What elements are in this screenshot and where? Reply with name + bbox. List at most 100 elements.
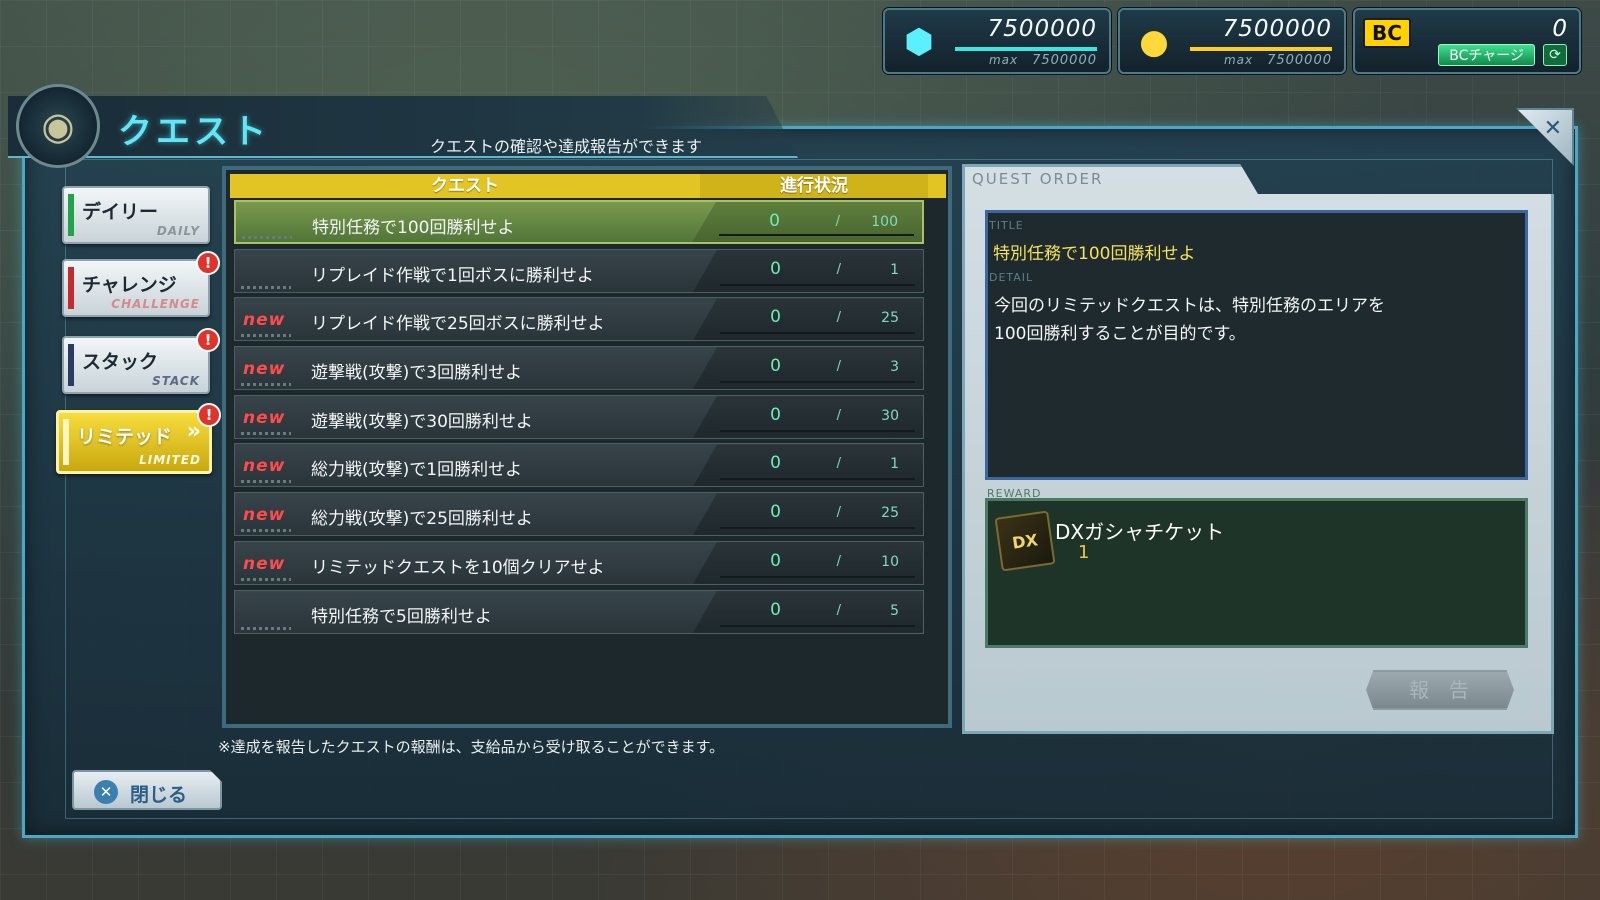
quest-detail-line: 今回のリミテッドクエストは、特別任務のエリアを bbox=[994, 296, 1385, 316]
quest-row[interactable]: リプレイド作戦で1回ボスに勝利せよ 0 / 1 bbox=[234, 248, 924, 293]
quest-row[interactable]: new 総力戦(攻撃)で25回勝利せよ 0 / 25 bbox=[234, 492, 924, 537]
refresh-icon[interactable]: ⟳ bbox=[1543, 44, 1567, 66]
quest-name: 特別任務で100回勝利せよ bbox=[312, 218, 515, 238]
tab-stack[interactable]: スタック STACK ! bbox=[62, 328, 220, 394]
quest-row[interactable]: 特別任務で5回勝利せよ 0 / 5 bbox=[234, 589, 924, 634]
page-title: クエスト bbox=[118, 112, 270, 152]
quest-row[interactable]: 特別任務で100回勝利せよ 0 / 100 bbox=[234, 200, 924, 244]
progress-separator: / bbox=[836, 505, 841, 521]
crystal-value: 7500000 bbox=[987, 16, 1097, 42]
progress-total: 10 bbox=[881, 553, 899, 570]
footnote: ※達成を報告したクエストの報酬は、支給品から受け取ることができます。 bbox=[218, 738, 725, 756]
quest-title: 特別任務で100回勝利せよ bbox=[993, 244, 1196, 264]
report-button[interactable]: 報告 bbox=[1366, 670, 1514, 710]
progress-line bbox=[720, 624, 915, 627]
progress-line bbox=[720, 527, 915, 530]
coin-max: max 7500000 bbox=[1223, 53, 1332, 68]
close-button[interactable]: ✕ 閉じる bbox=[72, 770, 222, 810]
progress-line bbox=[720, 478, 915, 481]
tab-daily[interactable]: デイリー DAILY bbox=[62, 186, 210, 244]
coin-bar bbox=[1190, 47, 1332, 51]
tab-label: リミテッド bbox=[77, 426, 173, 448]
quest-name: リミテッドクエストを10個クリアせよ bbox=[311, 557, 605, 578]
tab-label: チャレンジ bbox=[82, 274, 177, 296]
progress-current: 0 bbox=[770, 404, 781, 425]
tab-limited[interactable]: リミテッド » LIMITED ! bbox=[56, 403, 221, 474]
row-decoration bbox=[241, 431, 291, 435]
quest-list: 特別任務で100回勝利せよ 0/100 リプレイド作戦で1回ボスに勝利せよ 0/1 ne… bbox=[234, 200, 924, 638]
progress-separator: / bbox=[835, 214, 840, 229]
row-decoration bbox=[241, 577, 291, 581]
tab-stripe bbox=[68, 267, 74, 309]
quest-row[interactable]: new 遊撃戦(攻撃)で3回勝利せよ 0 / 3 bbox=[234, 346, 924, 391]
alert-badge-icon: ! bbox=[196, 251, 220, 275]
tab-stripe bbox=[63, 419, 69, 465]
quest-row[interactable]: new リプレイド作戦で25回ボスに勝利せよ 0 / 25 bbox=[234, 297, 924, 342]
quest-row[interactable]: new リミテッドクエストを10個クリアせよ 0 / 10 bbox=[234, 540, 924, 585]
progress-separator: / bbox=[836, 310, 841, 326]
row-decoration bbox=[241, 626, 291, 630]
tab-challenge[interactable]: チャレンジ CHALLENGE ! bbox=[62, 251, 220, 317]
tab-stripe bbox=[68, 194, 74, 236]
new-badge: new bbox=[243, 505, 286, 526]
progress-current: 0 bbox=[770, 599, 781, 620]
progress-line bbox=[720, 381, 915, 384]
progress-current: 0 bbox=[770, 258, 781, 279]
progress-total: 3 bbox=[890, 359, 899, 376]
progress-current: 0 bbox=[770, 502, 781, 523]
progress-current: 0 bbox=[769, 211, 780, 231]
progress-current: 0 bbox=[770, 307, 781, 328]
coin-icon: ● bbox=[1139, 22, 1169, 62]
progress-total: 25 bbox=[881, 505, 899, 522]
progress-line bbox=[720, 575, 915, 578]
progress-line bbox=[720, 332, 915, 335]
progress-separator: / bbox=[836, 602, 841, 618]
quest-name: リプレイド作戦で1回ボスに勝利せよ bbox=[311, 265, 594, 286]
row-decoration bbox=[241, 285, 291, 289]
progress-separator: / bbox=[836, 407, 841, 423]
alert-badge-icon: ! bbox=[196, 328, 220, 352]
header-quest: クエスト bbox=[431, 176, 499, 196]
detail-label: DETAIL bbox=[989, 271, 1034, 284]
quest-row[interactable]: new 総力戦(攻撃)で1回勝利せよ 0 / 1 bbox=[234, 443, 924, 488]
progress-separator: / bbox=[836, 553, 841, 569]
quest-row[interactable]: new 遊撃戦(攻撃)で30回勝利せよ 0 / 30 bbox=[234, 394, 924, 439]
tab-stripe bbox=[68, 344, 74, 386]
quest-order-label: QUEST ORDER bbox=[972, 170, 1104, 188]
reward-name: DXガシャチケット bbox=[1055, 520, 1225, 544]
crystal-max: max 7500000 bbox=[988, 53, 1097, 68]
quest-name: 総力戦(攻撃)で1回勝利せよ bbox=[311, 460, 523, 481]
progress-total: 25 bbox=[881, 310, 899, 327]
progress-separator: / bbox=[836, 359, 841, 375]
bc-charge-button[interactable]: BCチャージ bbox=[1438, 44, 1535, 66]
crystal-bar bbox=[955, 47, 1097, 51]
bc-value: 0 bbox=[1552, 16, 1567, 42]
coin-value: 7500000 bbox=[1222, 16, 1332, 42]
bc-badge: BC bbox=[1363, 18, 1411, 48]
tab-sublabel: DAILY bbox=[156, 224, 200, 238]
page-subtitle: クエストの確認や達成報告ができます bbox=[430, 137, 703, 156]
quest-name: 特別任務で5回勝利せよ bbox=[311, 606, 492, 627]
tab-sublabel: STACK bbox=[152, 374, 200, 388]
crystal-counter: ⬢ 7500000 max 7500000 bbox=[883, 8, 1111, 74]
row-decoration bbox=[242, 236, 292, 239]
progress-line bbox=[720, 283, 915, 286]
crystal-icon: ⬢ bbox=[904, 22, 934, 62]
new-badge: new bbox=[243, 553, 286, 574]
header-progress: 進行状況 bbox=[700, 174, 928, 198]
row-decoration bbox=[241, 334, 291, 338]
progress-current: 0 bbox=[770, 550, 781, 571]
progress-total: 1 bbox=[890, 261, 899, 278]
progress-separator: / bbox=[836, 261, 841, 277]
quest-name: 遊撃戦(攻撃)で30回勝利せよ bbox=[311, 411, 533, 432]
progress-total: 100 bbox=[871, 214, 898, 230]
coin-counter: ● 7500000 max 7500000 bbox=[1118, 8, 1346, 74]
alert-badge-icon: ! bbox=[197, 403, 221, 427]
reward-quantity: 1 bbox=[1078, 542, 1090, 563]
progress-line bbox=[720, 429, 915, 432]
quest-detail-line: 100回勝利することが目的です。 bbox=[994, 324, 1246, 344]
helmet-emblem-icon: ◉ bbox=[16, 84, 100, 168]
progress-current: 0 bbox=[770, 453, 781, 474]
row-decoration bbox=[241, 480, 291, 484]
quest-name: 総力戦(攻撃)で25回勝利せよ bbox=[311, 509, 533, 530]
